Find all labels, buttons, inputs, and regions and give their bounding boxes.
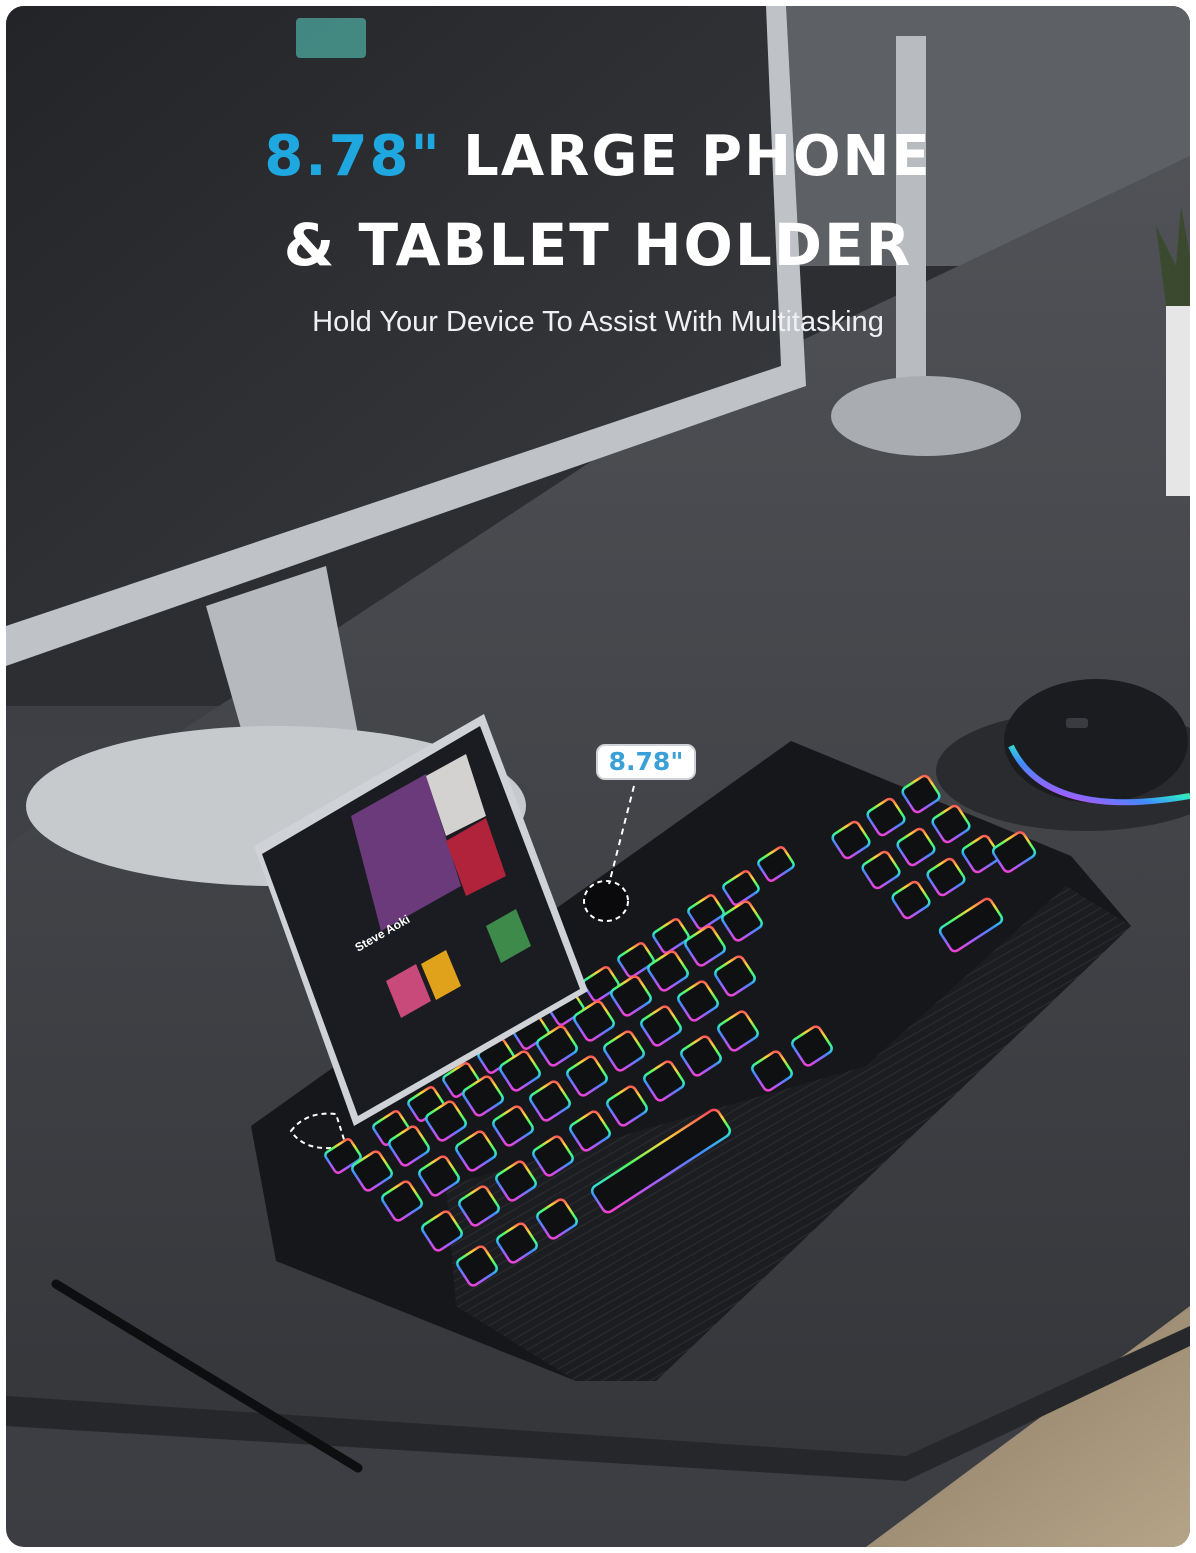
monitor-screen-tag [296, 18, 366, 58]
headline-line-2: & TABLET HOLDER [283, 211, 913, 279]
headline-size: 8.78" [264, 124, 442, 189]
mouse-scroll-wheel [1066, 718, 1088, 728]
mouse[interactable] [1004, 679, 1188, 803]
lamp-base [831, 376, 1021, 456]
subtitle: Hold Your Device To Assist With Multitas… [312, 306, 884, 338]
headline-line-1: 8.78" LARGE PHONE [6, 124, 1190, 189]
slot-end-outline [583, 880, 629, 922]
size-callout-badge: 8.78" [596, 744, 696, 780]
product-photo: Steve Aoki 8.78" LARGE PHONE & TABLET HO… [6, 6, 1190, 1547]
headline-line-1-text: LARGE PHONE [441, 124, 932, 189]
